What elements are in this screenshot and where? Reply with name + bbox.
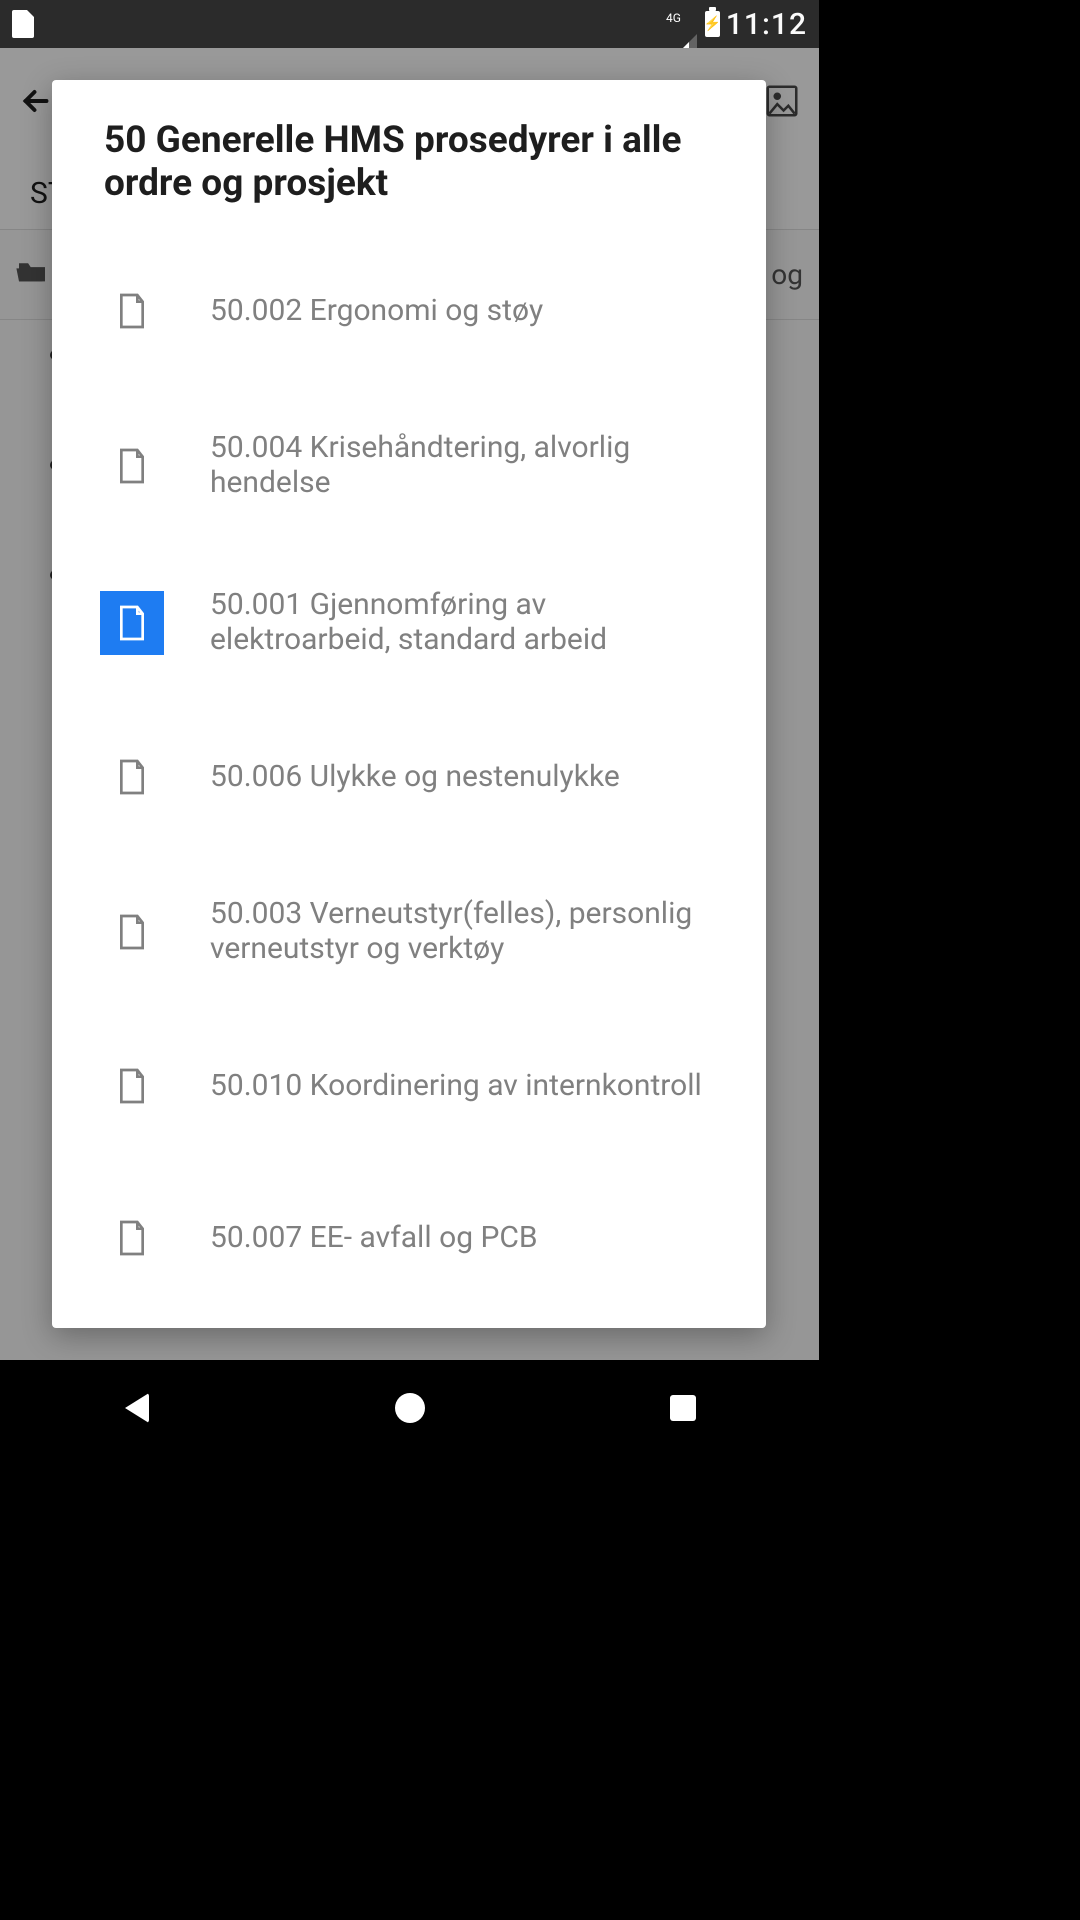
- folder-open-icon: [16, 258, 48, 291]
- system-nav-bar: [0, 1360, 819, 1456]
- document-icon: [100, 591, 164, 655]
- dialog-title: 50 Generelle HMS prosedyrer i alle ordre…: [64, 120, 754, 235]
- dialog-option-label: 50.004 Krisehåndtering, alvorlig hendels…: [210, 431, 718, 500]
- dialog-option-list: 50.002 Ergonomi og støy 50.004 Krisehånd…: [64, 235, 754, 1318]
- nav-back-button[interactable]: [107, 1378, 167, 1438]
- dialog-option[interactable]: 50.005 Stoffkartotek: [64, 1314, 754, 1318]
- document-icon: [100, 1054, 164, 1118]
- dialog-option-label: 50.007 EE- avfall og PCB: [210, 1221, 538, 1256]
- dialog-option[interactable]: 50.003 Verneutstyr(felles), personlig ve…: [64, 853, 754, 1010]
- dialog-option-label: 50.006 Ulykke og nestenulykke: [210, 760, 620, 795]
- dialog-option[interactable]: 50.001 Gjennomføring av elektroarbeid, s…: [64, 544, 754, 701]
- dialog-option-label: 50.001 Gjennomføring av elektroarbeid, s…: [210, 588, 718, 657]
- image-placeholder-icon[interactable]: [763, 82, 801, 124]
- back-icon[interactable]: [18, 83, 54, 123]
- dialog-option[interactable]: 50.010 Koordinering av internkontroll: [64, 1010, 754, 1162]
- document-icon: [100, 1206, 164, 1270]
- document-picker-dialog: 50 Generelle HMS prosedyrer i alle ordre…: [52, 80, 766, 1328]
- nav-home-button[interactable]: [380, 1378, 440, 1438]
- document-icon: [100, 434, 164, 498]
- dialog-option-label: 50.002 Ergonomi og støy: [210, 294, 543, 329]
- sd-card-icon: [12, 10, 34, 38]
- status-bar: 4G ⚡ 11:12: [0, 0, 819, 48]
- dialog-option[interactable]: 50.007 EE- avfall og PCB: [64, 1162, 754, 1314]
- dialog-option[interactable]: 50.004 Krisehåndtering, alvorlig hendels…: [64, 387, 754, 544]
- breadcrumb-tail-text: og: [771, 258, 803, 291]
- document-icon: [100, 900, 164, 964]
- document-icon: [100, 745, 164, 809]
- dialog-option-label: 50.003 Verneutstyr(felles), personlig ve…: [210, 897, 718, 966]
- document-icon: [100, 279, 164, 343]
- nav-recents-button[interactable]: [653, 1378, 713, 1438]
- status-clock: 11:12: [726, 7, 807, 42]
- app-background: ST og 50 Generelle HMS prosedyrer i alle…: [0, 48, 819, 1360]
- dialog-option[interactable]: 50.002 Ergonomi og støy: [64, 235, 754, 387]
- dialog-option[interactable]: 50.006 Ulykke og nestenulykke: [64, 701, 754, 853]
- dialog-option-label: 50.010 Koordinering av internkontroll: [210, 1069, 702, 1104]
- battery-charging-icon: ⚡: [705, 11, 720, 37]
